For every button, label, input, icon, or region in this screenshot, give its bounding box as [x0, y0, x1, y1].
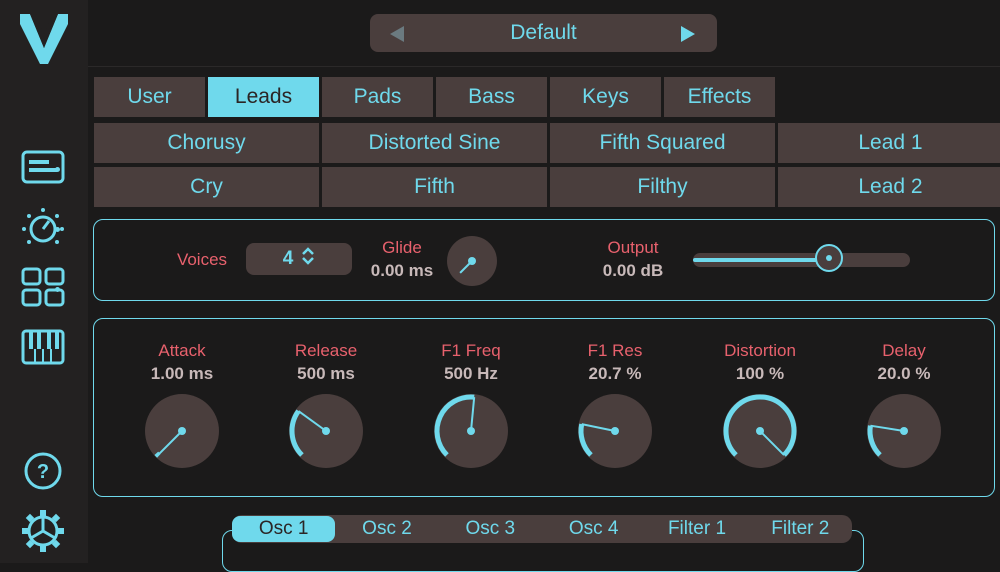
tab-leads[interactable]: Leads [208, 77, 319, 117]
knob-distortion: Distortion 100 % [695, 340, 825, 470]
help-button[interactable]: ? [18, 452, 68, 494]
sidebar-item-grid[interactable] [18, 267, 68, 310]
preset-item[interactable]: Lead 2 [778, 167, 1000, 207]
preset-selector[interactable]: Default [370, 14, 717, 52]
rotary-knob[interactable] [865, 392, 943, 470]
rotary-knob[interactable] [721, 392, 799, 470]
svg-text:?: ? [37, 461, 49, 483]
piano-keys-icon [21, 329, 65, 370]
knob-f1-freq: F1 Freq 500 Hz [406, 340, 536, 470]
sidebar-item-controls[interactable] [18, 207, 68, 250]
knob-attack: Attack 1.00 ms [117, 340, 247, 470]
sidebar: ? [0, 0, 88, 563]
bottom-tab-bar: Osc 1 Osc 2 Osc 3 Osc 4 Filter 1 Filter … [232, 515, 852, 543]
tab-keys[interactable]: Keys [550, 77, 661, 117]
preset-name: Default [510, 21, 577, 44]
output-label: Output [607, 238, 659, 257]
knob-label: F1 Freq [441, 341, 501, 360]
preset-item[interactable]: Filthy [550, 167, 775, 207]
preset-item[interactable]: Fifth [322, 167, 547, 207]
indicator-dot [55, 287, 60, 292]
voices-value: 4 [282, 248, 294, 269]
tab-filter-2[interactable]: Filter 2 [749, 515, 852, 543]
knob-label: Attack [158, 341, 206, 360]
tab-user[interactable]: User [94, 77, 205, 117]
settings-button[interactable] [18, 509, 68, 554]
tab-pads[interactable]: Pads [322, 77, 433, 117]
triangle-right-icon[interactable] [679, 25, 697, 49]
rotary-knob[interactable] [143, 392, 221, 470]
tab-osc-3[interactable]: Osc 3 [439, 515, 542, 543]
voices-stepper[interactable]: 4 [246, 243, 352, 275]
output-value: 0.00 dB [602, 261, 664, 280]
knob-label: F1 Res [587, 341, 643, 360]
slider-thumb[interactable] [814, 244, 843, 272]
slider-fill [693, 258, 830, 262]
v-logo-icon [16, 10, 72, 71]
help-icon: ? [23, 451, 63, 496]
knob-release: Release 500 ms [261, 340, 391, 470]
knob-label: Delay [882, 341, 926, 360]
knob-value: 500 Hz [444, 364, 498, 383]
sidebar-item-presets[interactable] [18, 148, 68, 190]
voices-label: Voices [176, 250, 228, 269]
active-dot [55, 167, 60, 172]
preset-item[interactable]: Cry [94, 167, 319, 207]
knob-delay: Delay 20.0 % [839, 340, 969, 470]
glide-label: Glide [382, 238, 422, 257]
sidebar-item-keyboard[interactable] [18, 328, 68, 370]
tab-filter-1[interactable]: Filter 1 [645, 515, 748, 543]
rotary-knob[interactable] [287, 392, 365, 470]
glide-knob[interactable] [446, 235, 498, 287]
knob-value: 100 % [735, 364, 785, 383]
header-divider [88, 66, 1000, 67]
glide-value: 0.00 ms [370, 261, 434, 280]
triangle-left-icon[interactable] [388, 25, 406, 49]
tab-bass[interactable]: Bass [436, 77, 547, 117]
gear-icon [21, 509, 65, 558]
knob-value: 20.7 % [588, 364, 642, 383]
rotary-knob[interactable] [576, 392, 654, 470]
stepper-arrows-icon [301, 246, 315, 272]
knob-value: 500 ms [297, 364, 355, 383]
indicator-dot [55, 227, 60, 232]
knob-label: Release [294, 341, 358, 360]
tab-effects[interactable]: Effects [664, 77, 775, 117]
knob-value: 20.0 % [877, 364, 931, 383]
tab-osc-2[interactable]: Osc 2 [335, 515, 438, 543]
rotary-knob[interactable] [432, 392, 510, 470]
preset-item[interactable]: Fifth Squared [550, 123, 775, 163]
output-slider[interactable] [693, 244, 910, 272]
tab-osc-1[interactable]: Osc 1 [232, 516, 336, 542]
knob-value: 1.00 ms [150, 364, 214, 383]
preset-item[interactable]: Chorusy [94, 123, 319, 163]
knob-f1-res: F1 Res 20.7 % [550, 340, 680, 470]
tab-osc-4[interactable]: Osc 4 [542, 515, 645, 543]
preset-item[interactable]: Lead 1 [778, 123, 1000, 163]
knob-label: Distortion [724, 341, 796, 360]
preset-item[interactable]: Distorted Sine [322, 123, 547, 163]
